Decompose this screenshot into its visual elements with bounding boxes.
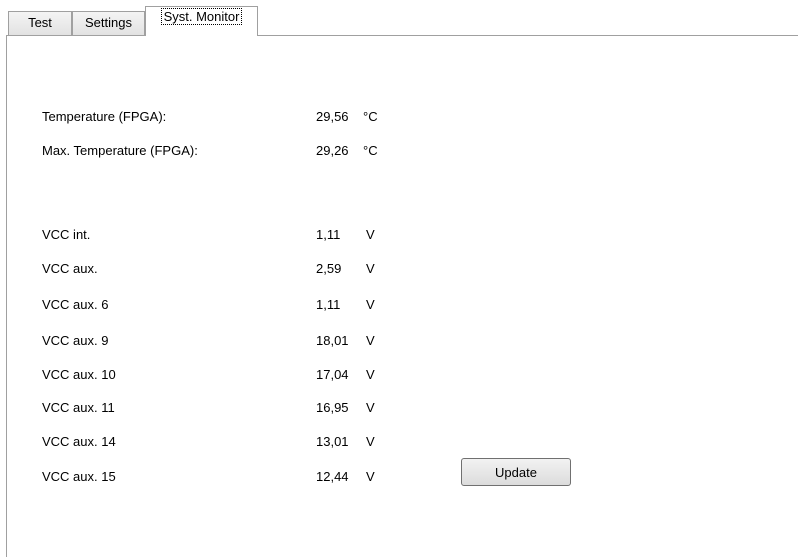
vcc-aux-6-label: VCC aux. 6 xyxy=(42,297,109,312)
max-temperature-fpga-label: Max. Temperature (FPGA): xyxy=(42,143,198,158)
vcc-aux-9-unit: V xyxy=(366,333,375,348)
vcc-aux-9-value: 18,01 xyxy=(316,333,349,348)
tab-test-label: Test xyxy=(28,15,52,30)
system-monitor-window: Test Settings Syst. Monitor Temperature … xyxy=(0,0,798,557)
vcc-aux-unit: V xyxy=(366,261,375,276)
vcc-aux-15-unit: V xyxy=(366,469,375,484)
vcc-aux-label: VCC aux. xyxy=(42,261,98,276)
vcc-aux-11-label: VCC aux. 11 xyxy=(42,400,115,415)
tab-syst-monitor-label: Syst. Monitor xyxy=(160,8,243,25)
vcc-aux-10-label: VCC aux. 10 xyxy=(42,367,116,382)
tab-settings[interactable]: Settings xyxy=(72,11,145,35)
vcc-aux-10-unit: V xyxy=(366,367,375,382)
vcc-int-value: 1,11 xyxy=(316,227,341,242)
vcc-aux-15-label: VCC aux. 15 xyxy=(42,469,116,484)
vcc-aux-14-value: 13,01 xyxy=(316,434,349,449)
update-button[interactable]: Update xyxy=(461,458,571,486)
vcc-aux-6-unit: V xyxy=(366,297,375,312)
tab-test[interactable]: Test xyxy=(8,11,72,35)
syst-monitor-panel: Temperature (FPGA): 29,56 °C Max. Temper… xyxy=(6,35,798,557)
tab-settings-label: Settings xyxy=(85,15,132,30)
vcc-aux-value: 2,59 xyxy=(316,261,342,276)
vcc-aux-10-value: 17,04 xyxy=(316,367,349,382)
vcc-int-unit: V xyxy=(366,227,375,242)
tab-syst-monitor[interactable]: Syst. Monitor xyxy=(145,6,258,36)
vcc-aux-15-value: 12,44 xyxy=(316,469,349,484)
temperature-fpga-label: Temperature (FPGA): xyxy=(42,109,167,124)
tab-strip: Test Settings Syst. Monitor xyxy=(0,0,798,36)
temperature-fpga-unit: °C xyxy=(363,109,378,124)
vcc-aux-11-value: 16,95 xyxy=(316,400,349,415)
vcc-int-label: VCC int. xyxy=(42,227,91,242)
vcc-aux-14-label: VCC aux. 14 xyxy=(42,434,116,449)
vcc-aux-11-unit: V xyxy=(366,400,375,415)
vcc-aux-6-value: 1,11 xyxy=(316,297,341,312)
max-temperature-fpga-unit: °C xyxy=(363,143,378,158)
max-temperature-fpga-value: 29,26 xyxy=(316,143,349,158)
temperature-fpga-value: 29,56 xyxy=(316,109,349,124)
vcc-aux-14-unit: V xyxy=(366,434,375,449)
vcc-aux-9-label: VCC aux. 9 xyxy=(42,333,109,348)
